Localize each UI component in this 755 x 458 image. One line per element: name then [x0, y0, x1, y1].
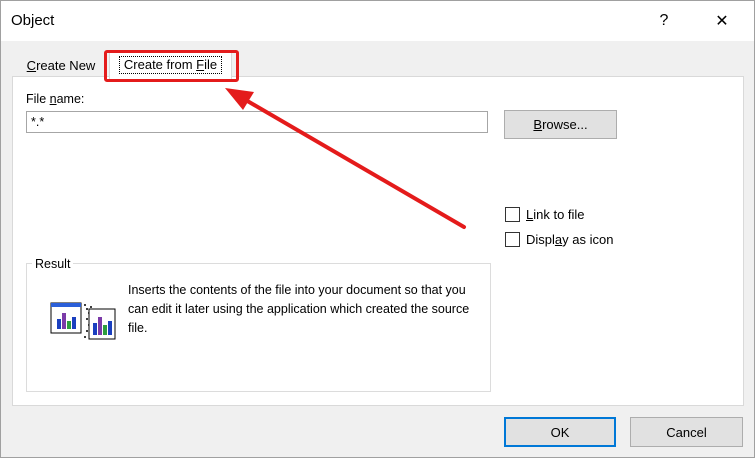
tab-create-new-label: reate New: [36, 58, 96, 73]
display-as-icon-option[interactable]: Display as icon: [505, 232, 613, 247]
dialog-title: Object: [11, 12, 55, 29]
link-to-file-option[interactable]: Link to file: [505, 207, 585, 222]
ok-button[interactable]: OK: [504, 417, 616, 447]
link-to-file-checkbox[interactable]: [505, 207, 520, 222]
embed-file-icon: [50, 302, 116, 340]
result-description: Inserts the contents of the file into yo…: [128, 283, 470, 335]
annotation-highlight-box: [104, 50, 239, 82]
file-name-label-accel: n: [49, 92, 57, 106]
link-to-file-label: Link to file: [526, 207, 585, 222]
file-name-label: File name:: [26, 92, 84, 106]
tab-create-new-accel: C: [26, 58, 37, 73]
file-name-label-prefix: File: [26, 92, 50, 106]
cancel-button[interactable]: Cancel: [630, 417, 743, 447]
link-label-rest: ink to file: [533, 207, 585, 222]
browse-accel: B: [533, 117, 543, 132]
browse-label: rowse...: [542, 117, 588, 132]
browse-button[interactable]: Browse...: [504, 110, 617, 139]
display-label-prefix: Displ: [526, 232, 555, 247]
display-as-icon-checkbox[interactable]: [505, 232, 520, 247]
object-dialog: Object ? ✕ Create New Create from File F…: [0, 0, 755, 458]
file-name-label-rest: ame:: [56, 92, 85, 106]
close-icon[interactable]: ✕: [699, 1, 745, 41]
file-name-input[interactable]: [26, 111, 488, 133]
help-button[interactable]: ?: [641, 1, 687, 41]
result-legend: Result: [32, 257, 74, 271]
display-as-icon-label: Display as icon: [526, 232, 613, 247]
title-bar: Object ? ✕: [1, 1, 754, 41]
display-label-rest: y as icon: [562, 232, 614, 247]
